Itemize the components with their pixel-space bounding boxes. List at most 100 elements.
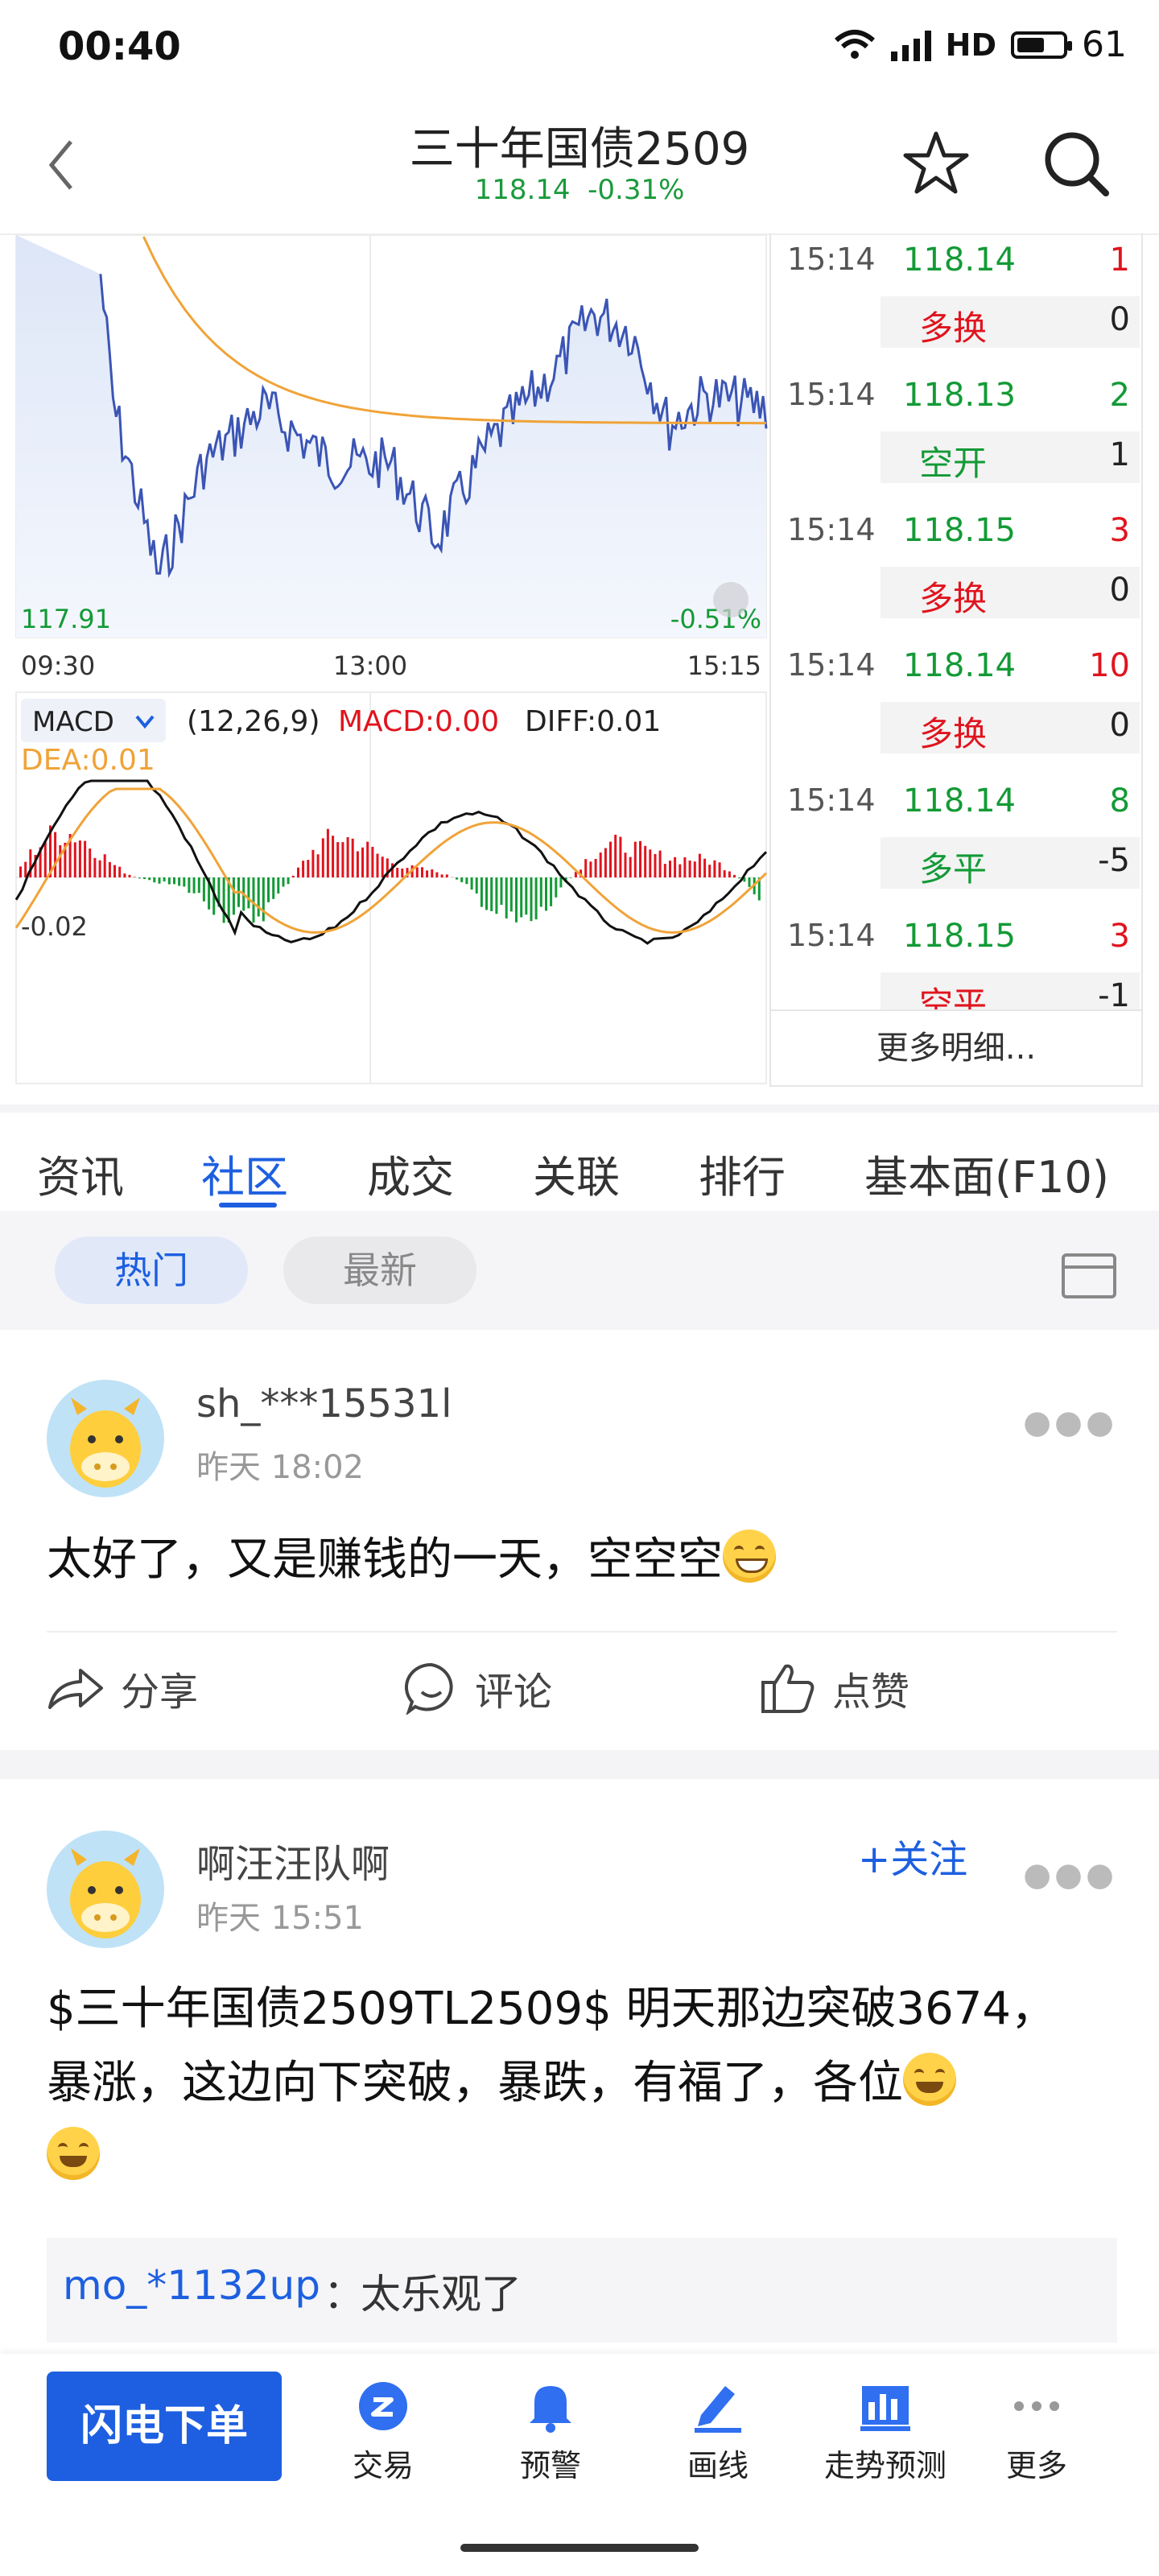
trade-ticks-panel[interactable]: 15:14 118.14 1 多换 0 15:14 118.13 2 空开 1 15:14 118.1… [769,233,1143,1087]
comment-preview[interactable]: mo_*1132up ： 太乐观了 [47,2238,1117,2343]
follow-button[interactable]: +关注 [858,1827,967,1884]
macd-bar [143,877,146,879]
search-button[interactable] [1041,129,1111,201]
tick-volume: 8 [1109,782,1130,819]
macd-bar [59,844,62,877]
macd-bar [723,870,726,877]
comment-username[interactable]: mo_*1132up [63,2262,320,2309]
smile-emoji-icon [903,2053,956,2106]
indicator-selector[interactable]: MACD [21,699,166,742]
flash-order-button[interactable]: 闪电下单 [47,2372,282,2481]
macd-bar [718,862,721,877]
macd-bar [639,840,641,877]
filter-latest-button[interactable]: 最新 [283,1236,476,1304]
pen-icon [695,2386,741,2433]
macd-bar [550,877,553,906]
average-line [142,236,766,425]
tick-row: 15:14 118.14 10 多换 0 [771,639,1141,774]
avatar[interactable] [47,1380,164,1497]
indicator-params: (12,26,9) [187,705,320,738]
more-options-icon[interactable]: ●●● [1023,1856,1117,1893]
chart-canvas[interactable]: 117.91 -0.51% 09:30 13:00 15:15 MACD (12… [0,233,773,1087]
tab-fundamentals[interactable]: 基本面(F10) [864,1141,1109,1205]
macd-bar [599,852,602,877]
macd-bar [456,877,459,880]
nav-more[interactable]: 更多 [956,2378,1117,2485]
macd-bar [624,852,627,877]
comment-icon [404,1662,453,1715]
macd-bar [232,877,235,915]
macd-bar [733,874,736,877]
comment-button[interactable]: 评论 [404,1660,552,1716]
avatar[interactable] [47,1831,164,1948]
nav-trade[interactable]: 交易 [303,2378,464,2485]
battery-icon [1011,31,1072,59]
nav-draw-label: 画线 [687,2448,749,2483]
like-button[interactable]: 点赞 [760,1660,909,1716]
comment-text: 太乐观了 [361,2271,522,2318]
post-username[interactable]: 啊汪汪队啊 [196,1832,390,1889]
cow-avatar-icon [70,1848,141,1938]
tick-time: 15:14 [787,242,876,277]
tab-community[interactable]: 社区 [201,1141,288,1205]
tab-news[interactable]: 资讯 [37,1141,124,1205]
tick-type: 多平 [919,849,988,889]
tick-volume: 2 [1109,377,1130,414]
comment-separator: ： [324,2271,364,2318]
macd-bar [153,877,156,883]
share-button[interactable]: 分享 [47,1660,198,1716]
macd-bar [703,858,707,877]
macd-bar [138,877,141,879]
tick-type: 多换 [919,714,988,753]
macd-bar [520,877,523,918]
chart-expand-icon[interactable] [713,582,749,617]
post-card: 啊汪汪队啊 昨天 15:51 +关注 ●●● $三十年国债2509TL2509$… [0,1779,1159,2354]
macd-bar [460,877,464,882]
home-indicator [460,2544,699,2552]
tick-volume: 3 [1109,918,1130,955]
macd-bar [490,877,493,911]
tab-bar: 资讯 社区 成交 关联 排行 基本面(F10) [0,1104,1159,1219]
tab-related[interactable]: 关联 [533,1141,620,1205]
macd-bar [316,854,320,877]
macd-bar [475,877,478,894]
more-detail-button[interactable]: 更多明细... [771,1009,1141,1085]
tab-trades[interactable]: 成交 [367,1141,454,1205]
nav-alert[interactable]: 预警 [470,2378,631,2485]
post-username[interactable]: sh_***15531l [196,1381,452,1426]
macd-bar [505,877,508,919]
macd-bar [738,877,741,879]
favorite-button[interactable] [901,129,971,201]
filter-hot-button[interactable]: 热门 [55,1236,248,1304]
tab-ranking[interactable]: 排行 [699,1141,786,1205]
macd-bar [326,828,329,877]
price-subtitle: 118.14 -0.31% [0,174,1159,206]
nav-forecast[interactable]: 走势预测 [805,2378,966,2485]
tick-oi-change: 1 [1109,436,1130,473]
tick-time: 15:14 [787,647,876,683]
macd-bar [445,874,448,877]
more-dots-icon [1014,2401,1059,2411]
nav-draw[interactable]: 画线 [637,2378,798,2485]
macd-bar [366,841,369,877]
active-tab-indicator [219,1203,277,1208]
price-low-label: 117.91 [21,604,111,634]
tick-price: 118.15 [903,918,1016,955]
macd-bar [336,842,340,877]
macd-bar [480,877,483,907]
message-button[interactable] [1061,1253,1117,1302]
intraday-chart[interactable]: 117.91 -0.51% 09:30 13:00 15:15 MACD (12… [0,233,773,1087]
post-text-line: 暴涨，这边向下突破，暴跌，有福了，各位 [47,2046,1117,2120]
macd-bar [594,859,597,877]
page-title: 三十年国债2509 [409,123,750,175]
post-card: sh_***15531l 昨天 18:02 ●●● 太好了，又是赚钱的一天，空空… [0,1330,1159,1750]
share-label: 分享 [121,1670,199,1715]
tick-oi-change: 0 [1109,572,1130,609]
more-options-icon[interactable]: ●●● [1023,1404,1117,1441]
smile-emoji-icon [47,2127,100,2180]
current-price: 118.14 [474,174,571,206]
macd-bar [748,877,751,887]
macd-bar [167,877,171,885]
grin-emoji-icon [723,1530,776,1583]
post-content: 太好了，又是赚钱的一天，空空空 [47,1523,1117,1597]
